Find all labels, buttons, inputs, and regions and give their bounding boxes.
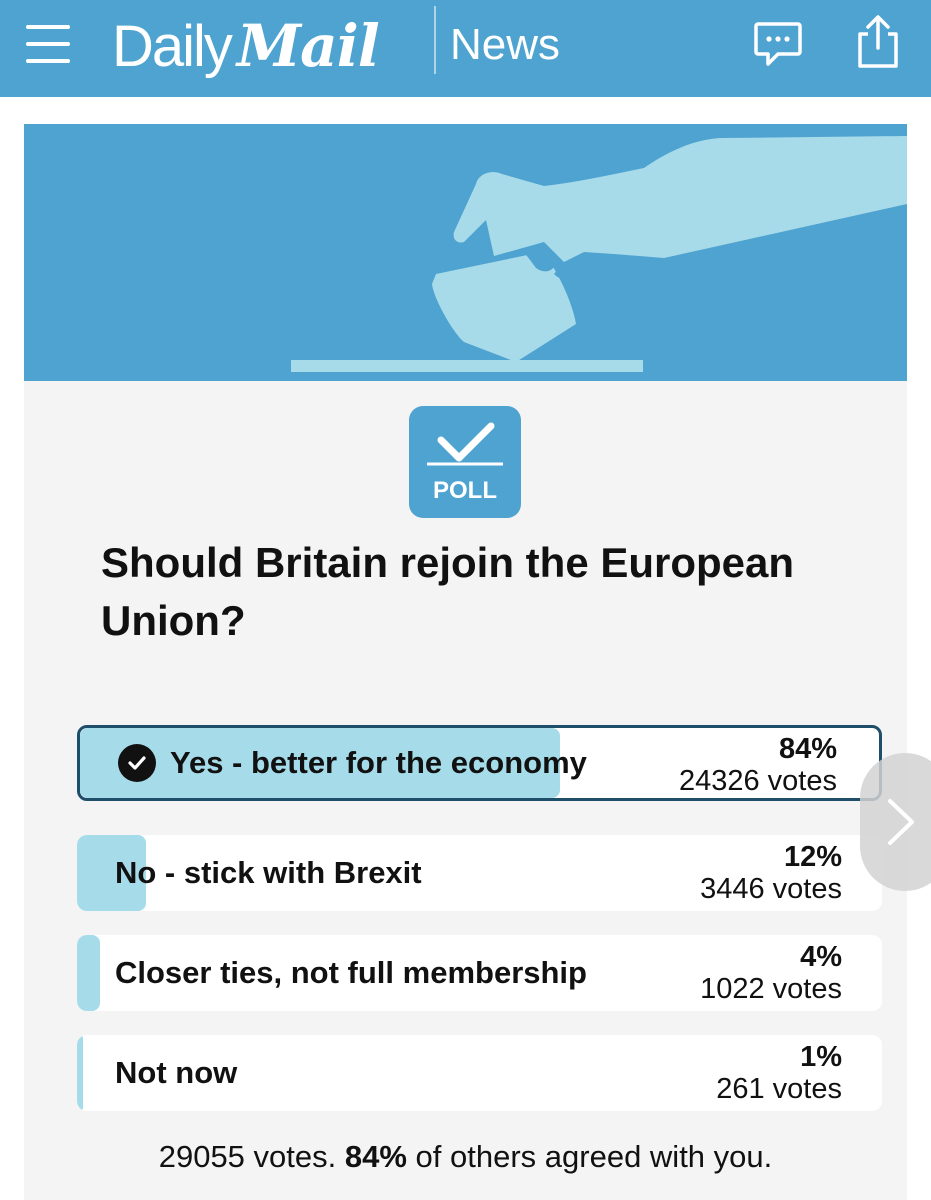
option-stats: 4% 1022 votes (700, 941, 842, 1005)
poll-option-closer-ties[interactable]: Closer ties, not full membership 4% 1022… (77, 935, 882, 1011)
option-percent: 1% (800, 1041, 842, 1073)
option-label: Not now (115, 1055, 238, 1090)
next-arrow-button[interactable] (860, 753, 931, 891)
top-bar: Daily Mail News (0, 0, 931, 97)
poll-option-no[interactable]: No - stick with Brexit 12% 3446 votes (77, 835, 882, 911)
daily-mail-logo[interactable]: Daily Mail (112, 6, 380, 86)
summary-agree-percent: 84% (344, 1139, 407, 1174)
hamburger-menu-icon[interactable] (26, 22, 70, 68)
poll-badge-icon: POLL (409, 406, 521, 518)
comment-bubble-icon[interactable] (752, 18, 804, 70)
result-bar (77, 935, 100, 1011)
option-stats: 1% 261 votes (716, 1041, 842, 1105)
share-icon[interactable] (852, 14, 904, 70)
result-bar (77, 1035, 83, 1111)
section-title[interactable]: News (450, 20, 560, 70)
checkmark-icon (118, 744, 156, 782)
option-votes: 261 votes (716, 1073, 842, 1105)
option-label: No - stick with Brexit (115, 855, 422, 890)
option-stats: 84% 24326 votes (679, 733, 837, 797)
poll-summary: 29055 votes. 84% of others agreed with y… (24, 1139, 907, 1175)
poll-card: POLL Should Britain rejoin the European … (24, 124, 907, 1200)
option-percent: 12% (783, 841, 842, 873)
option-stats: 12% 3446 votes (700, 841, 842, 905)
logo-daily-text: Daily (112, 13, 233, 79)
option-votes: 1022 votes (700, 973, 842, 1005)
option-label: Yes - better for the economy (118, 728, 587, 798)
poll-option-yes[interactable]: Yes - better for the economy 84% 24326 v… (77, 725, 882, 801)
poll-question: Should Britain rejoin the European Union… (101, 539, 795, 644)
logo-mail-text: Mail (236, 12, 380, 80)
option-votes: 24326 votes (678, 765, 837, 797)
poll-option-not-now[interactable]: Not now 1% 261 votes (77, 1035, 882, 1111)
hand-voting-illustration (291, 136, 907, 372)
option-label-text: Yes - better for the economy (170, 745, 587, 780)
ballot-box-banner (24, 124, 907, 381)
header-divider (434, 6, 436, 74)
svg-text:POLL: POLL (433, 477, 497, 504)
option-percent: 84% (778, 733, 837, 765)
chevron-right-icon (888, 799, 914, 845)
summary-total: 29055 votes. (158, 1139, 337, 1174)
option-percent: 4% (800, 941, 842, 973)
summary-agree-text: of others agreed with you. (415, 1139, 773, 1174)
option-label: Closer ties, not full membership (115, 955, 587, 990)
option-votes: 3446 votes (700, 873, 842, 905)
